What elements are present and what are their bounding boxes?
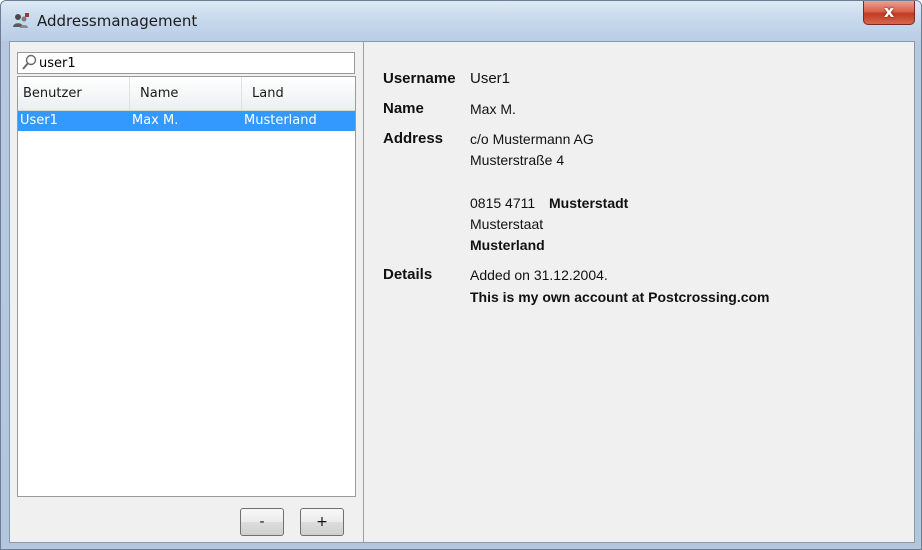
window-title: Addressmanagement (37, 12, 198, 30)
postal-code: 0815 4711 (470, 195, 536, 211)
app-window: Addressmanagement x Benutzer Name Land (0, 0, 922, 550)
search-box[interactable] (17, 52, 355, 74)
column-header-name[interactable]: Name (130, 77, 242, 110)
username-label: Username (383, 70, 456, 87)
column-header-benutzer[interactable]: Benutzer (18, 77, 130, 110)
address-line-1: c/o Mustermann AG (470, 131, 594, 147)
name-value: Max M. (470, 101, 516, 117)
cell-benutzer: User1 (20, 113, 58, 128)
close-icon: x (883, 2, 895, 21)
remove-user-button[interactable]: - (240, 508, 284, 536)
address-book-icon (13, 13, 29, 28)
client-area: Benutzer Name Land User1 Max M. Musterla… (9, 41, 915, 543)
username-value: User1 (470, 70, 511, 87)
details-note: This is my own account at Postcrossing.c… (470, 289, 770, 305)
city: Musterstadt (549, 195, 629, 211)
title-bar[interactable]: Addressmanagement x (1, 1, 921, 41)
details-added: Added on 31.12.2004. (470, 267, 608, 283)
address-line-2: Musterstraße 4 (470, 152, 565, 168)
table-header: Benutzer Name Land (18, 77, 355, 111)
add-user-button[interactable]: + (300, 508, 344, 536)
details-label: Details (383, 266, 433, 283)
close-button[interactable]: x (863, 1, 915, 25)
magnifier-icon (22, 54, 37, 70)
column-header-land[interactable]: Land (242, 77, 355, 110)
user-table[interactable]: Benutzer Name Land User1 Max M. Musterla… (17, 76, 356, 497)
user-list-pane: Benutzer Name Land User1 Max M. Musterla… (10, 42, 364, 542)
cell-name: Max M. (132, 113, 179, 128)
state: Musterstaat (470, 216, 544, 232)
cell-land: Musterland (244, 113, 317, 128)
name-label: Name (383, 100, 424, 117)
search-input[interactable] (39, 54, 339, 72)
table-row[interactable]: User1 Max M. Musterland (18, 111, 355, 131)
address-label: Address (383, 130, 444, 147)
details-pane: Username User1 Name Max M. Address c/o M… (364, 42, 914, 542)
country: Musterland (470, 237, 545, 253)
